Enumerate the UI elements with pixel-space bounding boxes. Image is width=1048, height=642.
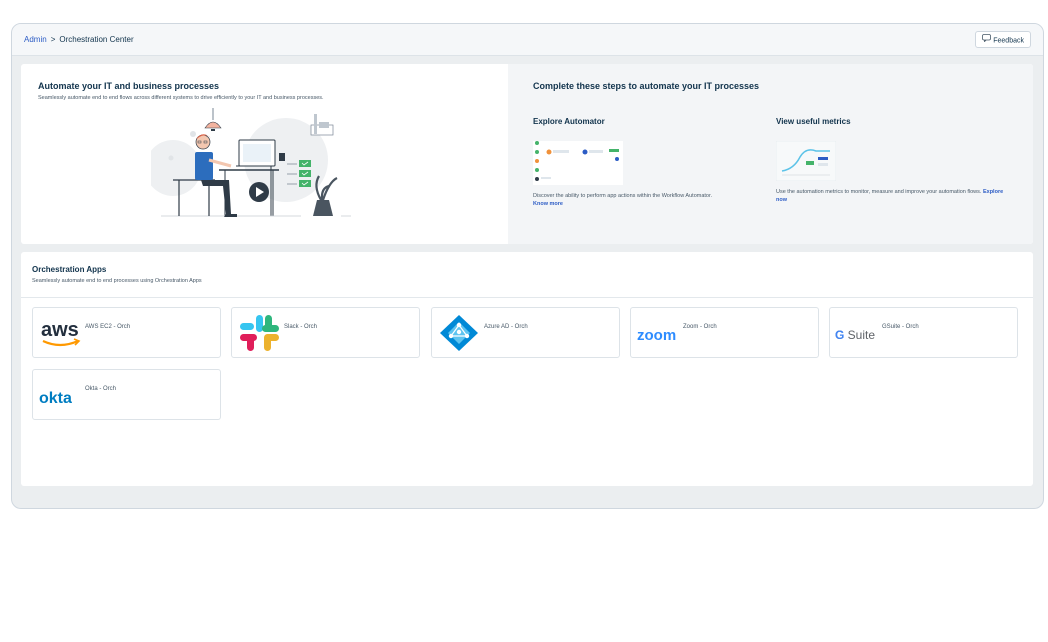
azure-ad-logo-icon <box>437 314 481 352</box>
hero-panel: Automate your IT and business processes … <box>21 64 1033 244</box>
app-card-name: Slack - Orch <box>284 324 318 330</box>
chat-bubble-icon <box>982 32 992 49</box>
aws-logo-icon: aws <box>38 314 82 352</box>
slack-logo-icon <box>237 314 281 352</box>
automator-preview-thumbnail <box>533 141 623 185</box>
step-explore-automator-description: Discover the ability to perform app acti… <box>533 192 763 208</box>
breadcrumb-admin-link[interactable]: Admin <box>24 35 47 44</box>
app-card-gsuite[interactable]: G Suite G GSuite - Orch <box>829 307 1018 358</box>
app-card-slack[interactable]: Slack - Orch <box>231 307 420 358</box>
feedback-button[interactable]: Feedback <box>975 31 1031 48</box>
orchestration-apps-subtitle: Seamlessly automate end to end processes… <box>32 278 202 284</box>
step-view-metrics-text: Use the automation metrics to monitor, m… <box>776 189 982 195</box>
metrics-preview-thumbnail <box>775 140 837 182</box>
app-card-name: Azure AD - Orch <box>484 324 528 330</box>
orchestration-apps-header: Orchestration Apps Seamlessly automate e… <box>21 252 1033 298</box>
app-card-azure-ad[interactable]: Azure AD - Orch <box>431 307 620 358</box>
step-view-metrics-description: Use the automation metrics to monitor, m… <box>776 188 1006 204</box>
hero-title: Automate your IT and business processes <box>38 81 220 91</box>
svg-text:zoom: zoom <box>637 327 676 344</box>
svg-text:aws: aws <box>41 319 79 341</box>
svg-text:G: G <box>835 328 844 342</box>
app-card-zoom[interactable]: zoom Zoom - Orch <box>630 307 819 358</box>
zoom-logo-icon: zoom <box>636 314 680 352</box>
okta-logo-icon: okta <box>38 376 82 414</box>
hero-subtitle: Seamlessly automate end to end flows acr… <box>38 95 324 101</box>
feedback-label: Feedback <box>993 37 1024 45</box>
steps-title: Complete these steps to automate your IT… <box>533 81 760 91</box>
orchestration-apps-title: Orchestration Apps <box>32 265 107 274</box>
step-view-metrics-title: View useful metrics <box>776 117 851 126</box>
step-explore-automator-title: Explore Automator <box>533 117 605 126</box>
hero-steps: Complete these steps to automate your IT… <box>508 64 1033 244</box>
app-card-name: Okta - Orch <box>85 386 117 392</box>
orchestration-center-window: Admin > Orchestration Center Feedback Auto… <box>11 23 1044 509</box>
orchestration-apps-panel: Orchestration Apps Seamlessly automate e… <box>21 252 1033 486</box>
step-explore-automator-text: Discover the ability to perform app acti… <box>533 193 713 199</box>
automation-illustration <box>151 108 351 217</box>
know-more-link[interactable]: Know more <box>533 201 563 207</box>
app-card-okta[interactable]: okta Okta - Orch <box>32 369 221 420</box>
breadcrumb-current: Orchestration Center <box>59 35 134 44</box>
svg-text:okta: okta <box>39 390 72 407</box>
breadcrumb-separator: > <box>50 35 56 44</box>
app-card-name: Zoom - Orch <box>683 324 717 330</box>
breadcrumb: Admin > Orchestration Center <box>24 35 134 44</box>
top-bar: Admin > Orchestration Center Feedback <box>12 24 1043 56</box>
app-card-name: GSuite - Orch <box>882 324 919 330</box>
app-card-aws-ec2[interactable]: aws AWS EC2 - Orch <box>32 307 221 358</box>
gsuite-logo-icon: G Suite G <box>835 314 879 352</box>
hero-intro: Automate your IT and business processes … <box>21 64 508 244</box>
app-card-name: AWS EC2 - Orch <box>85 324 131 330</box>
